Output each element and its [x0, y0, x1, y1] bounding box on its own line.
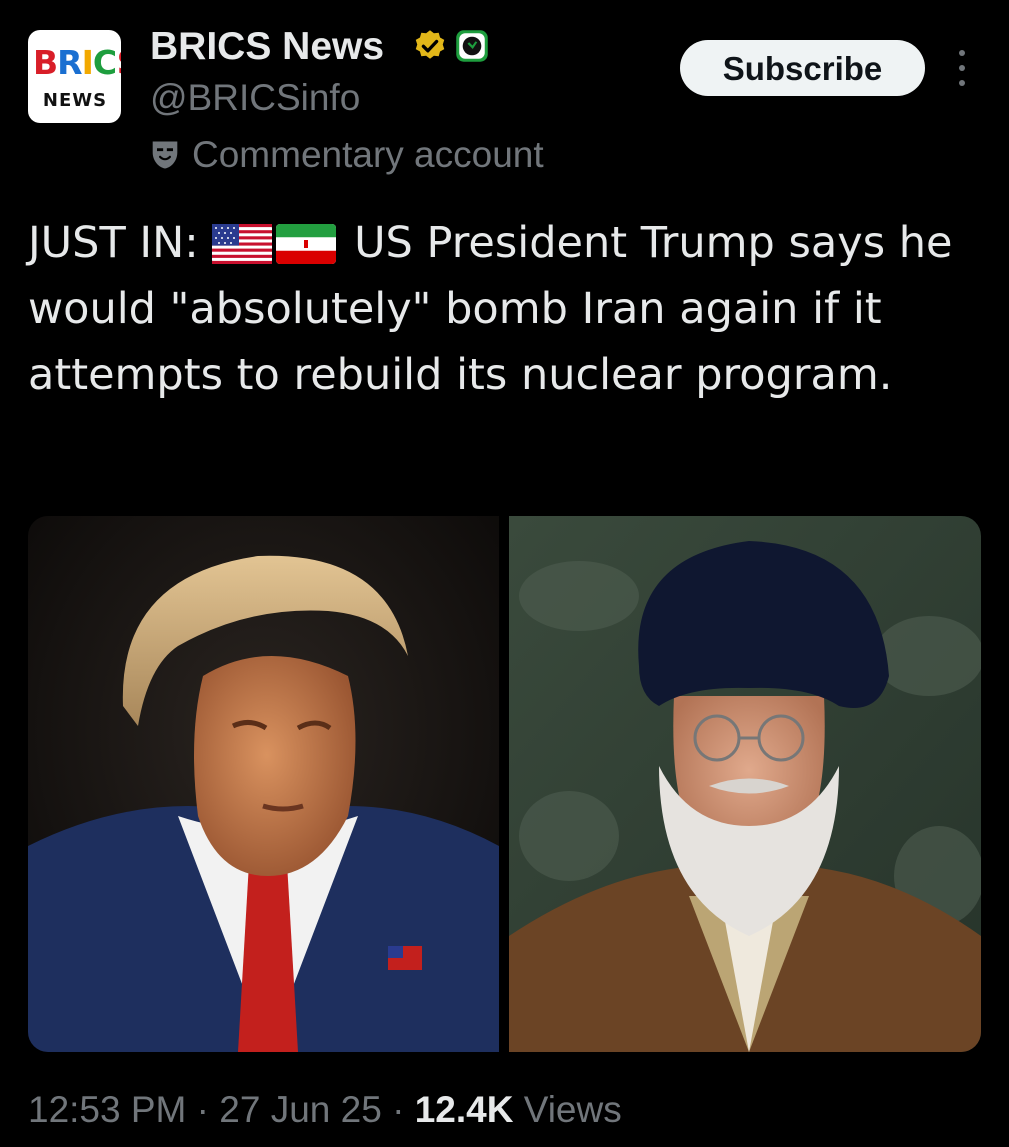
us-flag-icon: [212, 224, 273, 264]
tweet-date[interactable]: 27 Jun 25: [219, 1089, 382, 1130]
views-label: Views: [523, 1089, 622, 1130]
mask-icon: [152, 141, 178, 169]
tweet-line1: US President Trump: [354, 218, 775, 268]
tweet-media[interactable]: [28, 516, 981, 1052]
tweet-text: JUST IN: US President Trump says he woul…: [28, 210, 983, 408]
verified-badge-icon[interactable]: [412, 28, 448, 64]
tweet-time[interactable]: 12:53 PM: [28, 1089, 186, 1130]
tweet-prefix: JUST IN:: [28, 218, 199, 268]
account-handle[interactable]: @BRICSinfo: [150, 76, 360, 120]
photo-right[interactable]: [509, 516, 981, 1052]
views-count[interactable]: 12.4K: [415, 1089, 514, 1130]
commentary-label: Commentary account: [150, 133, 544, 177]
display-name[interactable]: BRICS News: [150, 24, 384, 70]
iran-flag-icon: [276, 224, 337, 264]
subscribe-button[interactable]: Subscribe: [680, 40, 925, 96]
tweet-meta: 12:53 PM · 27 Jun 25 · 12.4K Views: [28, 1087, 622, 1133]
separator: ·: [196, 1089, 209, 1130]
badges: [412, 28, 490, 64]
photo-left[interactable]: [28, 516, 499, 1052]
avatar-title: BRICS: [33, 43, 121, 82]
more-options-icon[interactable]: [952, 50, 972, 86]
affiliate-badge-icon[interactable]: [454, 28, 490, 64]
avatar[interactable]: BRICS NEWS: [28, 30, 121, 123]
separator: ·: [392, 1089, 405, 1130]
commentary-text: Commentary account: [192, 134, 544, 175]
avatar-subtitle: NEWS: [42, 90, 108, 111]
